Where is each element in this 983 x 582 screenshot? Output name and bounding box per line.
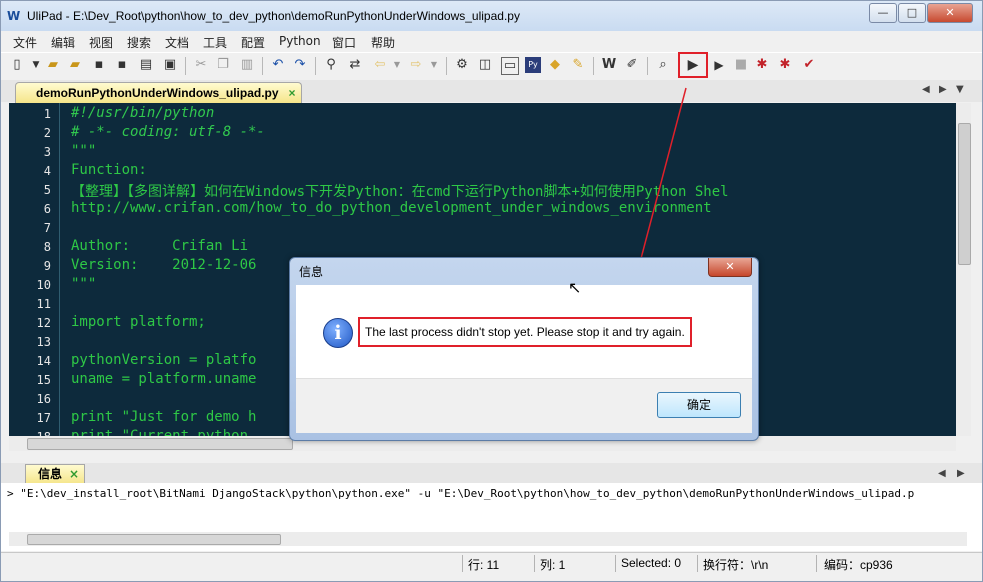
info-dialog: 信息 ✕ i The last process didn't stop yet.… <box>289 257 759 441</box>
mouse-cursor-icon: ↖ <box>568 278 582 297</box>
dialog-title: 信息 <box>299 265 324 279</box>
ok-button[interactable]: 确定 <box>657 392 741 418</box>
dialog-footer: 确定 <box>296 378 752 433</box>
dialog-close-button[interactable]: ✕ <box>708 258 752 277</box>
dialog-body: i The last process didn't stop yet. Plea… <box>296 285 752 378</box>
information-icon: i <box>323 318 353 348</box>
dialog-message: The last process didn't stop yet. Please… <box>358 317 692 347</box>
